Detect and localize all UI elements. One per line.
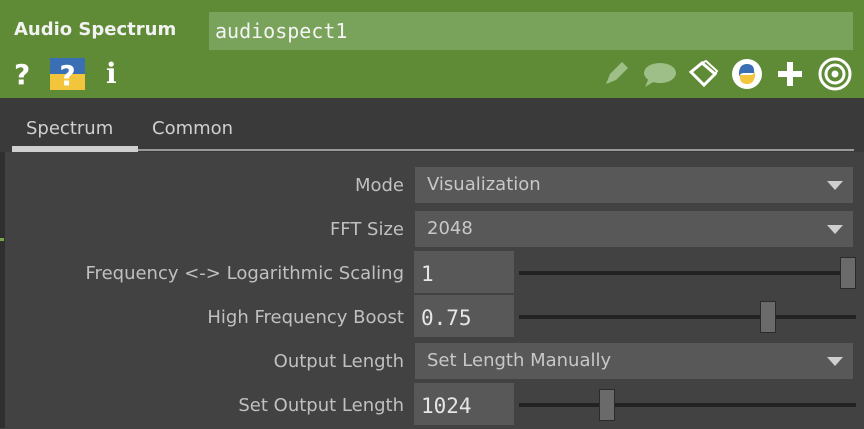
log-scaling-slider-handle[interactable] [840, 257, 856, 289]
clone-icon[interactable] [688, 59, 720, 88]
info-icon[interactable]: i [106, 57, 117, 90]
svg-text:?: ? [59, 59, 75, 90]
param-row-log-scaling: Frequency <-> Logarithmic Scaling 1 [0, 251, 864, 293]
tab-spectrum[interactable]: Spectrum [26, 118, 113, 139]
output-length-menu[interactable]: Set Length Manually [415, 343, 853, 379]
edit-icon[interactable] [602, 60, 630, 88]
log-scaling-slider-track[interactable] [519, 271, 856, 275]
fft-size-label: FFT Size [329, 219, 404, 240]
target-icon[interactable] [818, 57, 852, 91]
param-row-mode: Mode Visualization [0, 167, 864, 203]
param-row-fft-size: FFT Size 2048 [0, 211, 864, 247]
comment-icon[interactable] [642, 60, 678, 88]
fft-size-menu[interactable]: 2048 [415, 211, 853, 247]
hf-boost-field[interactable]: 0.75 [414, 295, 514, 337]
tab-common[interactable]: Common [152, 118, 233, 139]
hf-boost-slider-track[interactable] [519, 315, 856, 319]
python-icon[interactable] [731, 58, 763, 89]
operator-type-label: Audio Spectrum [14, 19, 177, 40]
help-icon[interactable]: ? [14, 58, 30, 91]
set-output-length-slider-handle[interactable] [599, 389, 616, 421]
output-length-label: Output Length [273, 351, 404, 372]
chevron-down-icon[interactable] [827, 225, 843, 234]
python-help-icon[interactable]: ? [50, 58, 85, 92]
set-output-length-label: Set Output Length [238, 395, 404, 416]
parameter-tabs: Spectrum Common [0, 98, 864, 152]
param-row-hf-boost: High Frequency Boost 0.75 [0, 295, 864, 337]
hf-boost-slider-handle[interactable] [759, 301, 776, 333]
add-icon[interactable] [776, 60, 804, 88]
chevron-down-icon[interactable] [827, 181, 843, 190]
active-tab-indicator [12, 146, 138, 152]
set-output-length-slider-track[interactable] [519, 403, 856, 407]
tab-divider [138, 149, 854, 151]
chevron-down-icon[interactable] [827, 357, 843, 366]
set-output-length-field[interactable]: 1024 [414, 383, 514, 425]
param-row-set-output-length: Set Output Length 1024 [0, 383, 864, 425]
mode-value: Visualization [427, 174, 541, 195]
output-length-value: Set Length Manually [427, 350, 612, 371]
param-row-output-length: Output Length Set Length Manually [0, 343, 864, 379]
hf-boost-label: High Frequency Boost [207, 307, 404, 328]
mode-label: Mode [354, 175, 404, 196]
operator-header: Audio Spectrum ? ? i [0, 0, 864, 98]
mode-menu[interactable]: Visualization [415, 167, 853, 203]
fft-size-value: 2048 [427, 218, 473, 239]
log-scaling-label: Frequency <-> Logarithmic Scaling [85, 263, 404, 284]
operator-name-field[interactable] [209, 12, 853, 50]
log-scaling-field[interactable]: 1 [414, 251, 514, 293]
